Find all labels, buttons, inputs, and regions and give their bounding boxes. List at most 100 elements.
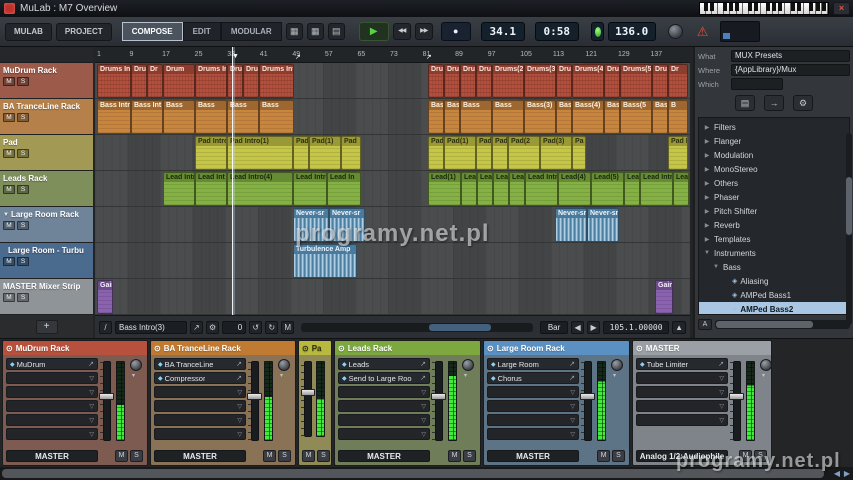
rack-gain-knob[interactable] <box>611 359 623 371</box>
ruler-marker[interactable]: ↗ <box>426 53 432 61</box>
module-open-icon[interactable]: ↗ <box>236 374 242 382</box>
clip-drums[interactable]: Drum <box>460 64 476 98</box>
track-header[interactable]: ▼Large Room RackMS <box>0 207 93 243</box>
piano-black-key[interactable] <box>778 3 782 11</box>
master-volume-knob[interactable] <box>668 24 683 39</box>
collapse-button[interactable]: ▲ <box>672 321 686 334</box>
rack-solo-button[interactable]: S <box>317 450 330 462</box>
module-slot[interactable]: ◆Tube Limiter↗ <box>636 358 728 370</box>
piano-black-key[interactable] <box>735 3 739 11</box>
arranger-hscrollbar[interactable] <box>301 323 533 332</box>
clip-lead[interactable]: Lead(3) <box>477 172 493 206</box>
tree-item[interactable]: ▶Phaser <box>699 190 849 204</box>
clip-lead[interactable]: Lead Intro(4) <box>227 172 293 206</box>
clip-drums[interactable]: Drum <box>476 64 492 98</box>
tree-toggle-icon[interactable]: ▶ <box>703 222 711 229</box>
clip-lead[interactable]: Lead Int <box>195 172 227 206</box>
rack-mute-button[interactable]: M <box>597 450 610 462</box>
clip-lead[interactable]: Lead(2) <box>461 172 477 206</box>
clip-drums[interactable]: Dr <box>668 64 688 98</box>
piano-black-key[interactable] <box>748 3 752 11</box>
scroll-left-icon[interactable]: ◀ <box>834 469 840 478</box>
tree-toggle-icon[interactable]: ▶ <box>703 194 711 201</box>
module-open-icon[interactable]: ↗ <box>88 360 94 368</box>
tree-item[interactable]: ▶Filters <box>699 120 849 134</box>
tree-item[interactable]: ▶Templates <box>699 232 849 246</box>
rack-fader[interactable] <box>733 361 741 441</box>
rack-fader-handle[interactable] <box>247 393 262 400</box>
clip-drums[interactable]: Dr <box>147 64 163 98</box>
module-slot-empty[interactable]: ▽ <box>338 386 430 398</box>
rack-mute-button[interactable]: M <box>263 450 276 462</box>
module-slot-empty[interactable]: ▽ <box>154 400 246 412</box>
scroll-right-icon[interactable]: ▶ <box>844 469 850 478</box>
module-slot[interactable]: ◆Large Room↗ <box>487 358 579 370</box>
module-open-icon[interactable]: ↗ <box>420 374 426 382</box>
tree-item[interactable]: ▶Others <box>699 176 849 190</box>
tree-toggle-icon[interactable]: ▶ <box>703 152 711 159</box>
tree-item[interactable]: ▼Bass <box>699 260 849 274</box>
rack-fader-handle[interactable] <box>99 393 114 400</box>
clip-drums[interactable]: Drums(3 <box>524 64 556 98</box>
rack-gain-knob[interactable] <box>760 359 772 371</box>
clip-lead[interactable]: Lead( <box>493 172 509 206</box>
selected-clip-name[interactable]: Bass Intro(3) <box>115 321 187 334</box>
clip-drums[interactable]: Drums(5 <box>620 64 652 98</box>
rack-mute-button[interactable]: M <box>739 450 752 462</box>
tree-toggle-icon[interactable]: ▼ <box>703 250 711 256</box>
track-solo-button[interactable]: S <box>17 185 29 194</box>
clip-lead[interactable]: Lead(4) <box>558 172 591 206</box>
rewind-button[interactable]: ◀◀ <box>393 23 411 40</box>
track-mute-button[interactable]: M <box>3 149 15 158</box>
record-button[interactable]: ● <box>441 22 471 41</box>
clip-lead[interactable]: Lead In <box>327 172 361 206</box>
tree-item[interactable]: ▶Pitch Shifter <box>699 204 849 218</box>
module-slot-empty[interactable]: ▽ <box>338 400 430 412</box>
clip-drums[interactable]: Drum <box>604 64 620 98</box>
clip-gain[interactable]: Gain <box>655 280 673 314</box>
project-menu-button[interactable]: PROJECT <box>56 23 112 41</box>
tree-item[interactable]: ▶Modulation <box>699 148 849 162</box>
piano-keyboard[interactable] <box>699 2 829 15</box>
module-slot-empty[interactable]: ▽ <box>338 428 430 440</box>
module-slot[interactable]: ◆Send to Large Roo↗ <box>338 372 430 384</box>
clip-lead[interactable]: Lead( <box>509 172 525 206</box>
piano-black-key[interactable] <box>816 3 820 11</box>
clip-bass[interactable]: B <box>668 100 688 134</box>
clip-bass[interactable]: Bass Int <box>131 100 163 134</box>
track-header[interactable]: PadMS <box>0 135 93 171</box>
module-slot-empty[interactable]: ▽ <box>6 400 98 412</box>
module-open-icon[interactable]: ↗ <box>718 360 724 368</box>
module-slot-empty[interactable]: ▽ <box>6 386 98 398</box>
piano-black-key[interactable] <box>791 3 795 11</box>
undo-button[interactable]: ↺ <box>249 321 262 334</box>
clip-lead[interactable]: Lead Intro(4) <box>640 172 673 206</box>
clip-lead[interactable]: Lead Intr <box>163 172 195 206</box>
track-header[interactable]: MuDrum RackMS <box>0 63 93 99</box>
clip-settings-icon[interactable]: ⚙ <box>206 321 219 334</box>
piano-black-key[interactable] <box>797 3 801 11</box>
tree-item[interactable]: ▶Flanger <box>699 134 849 148</box>
expand-icon[interactable]: ▼ <box>3 212 9 218</box>
clip-bass[interactable]: Bass(4) <box>572 100 604 134</box>
browser-forward-icon[interactable]: → <box>764 95 784 111</box>
module-slot-empty[interactable]: ▽ <box>154 428 246 440</box>
module-slot-empty[interactable]: ▽ <box>6 414 98 426</box>
rack-fader-handle[interactable] <box>729 393 744 400</box>
track-solo-button[interactable]: S <box>17 113 29 122</box>
rack-output-button[interactable]: MASTER <box>154 450 246 462</box>
track-mute-button[interactable]: M <box>3 221 15 230</box>
tree-item[interactable]: ▶Reverb <box>699 218 849 232</box>
redo-button[interactable]: ↻ <box>265 321 278 334</box>
rack-fader[interactable] <box>304 361 312 437</box>
tab-modular[interactable]: MODULAR <box>221 22 282 41</box>
tree-toggle-icon[interactable]: ▶ <box>703 208 711 215</box>
rack-mute-button[interactable]: M <box>115 450 128 462</box>
tree-toggle-icon[interactable]: ▶ <box>703 180 711 187</box>
track-header[interactable]: MASTER Mixer StripMS <box>0 279 93 315</box>
clip-drums[interactable]: Drums Intro(2) <box>259 64 294 98</box>
clip-audio[interactable]: Never-sr <box>587 208 619 242</box>
track-solo-button[interactable]: S <box>17 149 29 158</box>
tree-scrollbar[interactable] <box>846 133 852 325</box>
rack-solo-button[interactable]: S <box>130 450 143 462</box>
